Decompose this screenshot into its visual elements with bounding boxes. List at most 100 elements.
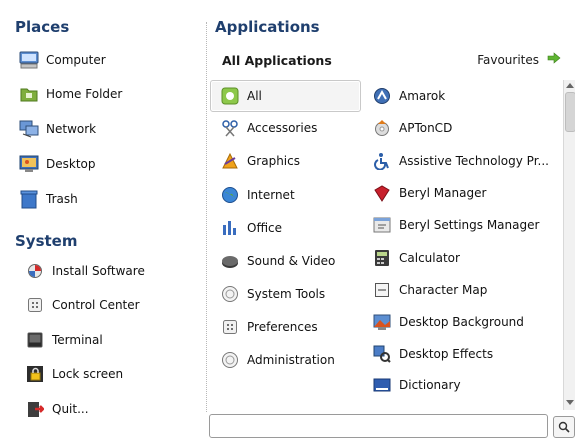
app-item-assistive-technology[interactable]: Assistive Technology Pr... [372, 151, 549, 171]
office-icon [220, 218, 240, 238]
computer-icon [19, 50, 39, 70]
places-item-network[interactable]: Network [19, 119, 96, 139]
places-item-label: Trash [46, 192, 78, 206]
app-label: Assistive Technology Pr... [399, 154, 549, 168]
system-item-lock-screen[interactable]: Lock screen [25, 364, 123, 384]
category-label: Office [247, 221, 283, 235]
category-preferences[interactable]: Preferences [220, 317, 318, 337]
system-tools-icon [220, 284, 240, 304]
applications-title: Applications [215, 18, 320, 36]
home-folder-icon [19, 84, 39, 104]
app-label: Beryl Manager [399, 186, 487, 200]
accessories-icon [220, 118, 240, 138]
app-label: Beryl Settings Manager [399, 218, 540, 232]
category-label: Graphics [247, 154, 300, 168]
install-software-icon [25, 261, 45, 281]
category-label: Preferences [247, 320, 318, 334]
app-label: APTonCD [399, 121, 453, 135]
places-item-label: Computer [46, 53, 106, 67]
category-graphics[interactable]: Graphics [220, 151, 300, 171]
places-item-label: Home Folder [46, 87, 123, 101]
category-label: All [247, 89, 262, 103]
desktop-icon [19, 154, 39, 174]
places-title: Places [15, 18, 70, 36]
category-label: Internet [247, 188, 295, 202]
quit-icon [25, 399, 45, 419]
app-item-desktop-background[interactable]: Desktop Background [372, 312, 524, 332]
system-item-label: Install Software [52, 264, 145, 278]
internet-icon [220, 185, 240, 205]
calculator-icon [372, 248, 392, 268]
system-item-label: Terminal [52, 333, 103, 347]
scroll-thumb[interactable] [565, 92, 575, 132]
system-item-label: Control Center [52, 298, 140, 312]
character-map-icon [372, 280, 392, 300]
administration-icon [220, 350, 240, 370]
app-item-aptoncd[interactable]: APTonCD [372, 118, 452, 138]
places-item-computer[interactable]: Computer [19, 50, 106, 70]
network-icon [19, 119, 39, 139]
search-icon [558, 418, 570, 437]
panel-divider [206, 22, 207, 412]
graphics-icon [220, 151, 240, 171]
arrow-right-icon [547, 52, 561, 67]
category-system-tools[interactable]: System Tools [220, 284, 325, 304]
control-center-icon [25, 295, 45, 315]
places-item-trash[interactable]: Trash [19, 189, 78, 209]
system-item-label: Lock screen [52, 367, 124, 381]
app-item-desktop-effects[interactable]: Desktop Effects [372, 344, 493, 364]
places-item-desktop[interactable]: Desktop [19, 154, 96, 174]
system-item-terminal[interactable]: Terminal [25, 330, 103, 350]
scroll-down-icon[interactable] [566, 400, 574, 405]
system-item-control-center[interactable]: Control Center [25, 295, 140, 315]
accessibility-icon [372, 151, 392, 171]
app-label: Character Map [399, 283, 488, 297]
system-item-install-software[interactable]: Install Software [25, 261, 145, 281]
app-label: Calculator [399, 251, 460, 265]
all-icon [220, 86, 240, 106]
places-item-label: Network [46, 122, 97, 136]
app-item-character-map[interactable]: Character Map [372, 280, 487, 300]
sound-video-icon [220, 251, 240, 271]
desktop-background-icon [372, 312, 392, 332]
apps-scrollbar[interactable] [563, 80, 575, 410]
category-internet[interactable]: Internet [220, 185, 295, 205]
preferences-icon [220, 317, 240, 337]
favourites-button[interactable]: Favourites [477, 52, 561, 67]
places-item-home-folder[interactable]: Home Folder [19, 84, 122, 104]
all-applications-header: All Applications [222, 53, 332, 68]
beryl-icon [372, 183, 392, 203]
desktop-effects-icon [372, 344, 392, 364]
app-item-calculator[interactable]: Calculator [372, 248, 460, 268]
category-administration[interactable]: Administration [220, 350, 335, 370]
amarok-icon [372, 86, 392, 106]
app-item-beryl-manager[interactable]: Beryl Manager [372, 183, 486, 203]
aptoncd-icon [372, 118, 392, 138]
system-title: System [15, 232, 78, 250]
category-label: System Tools [247, 287, 326, 301]
category-all[interactable]: All [220, 86, 262, 106]
category-office[interactable]: Office [220, 218, 282, 238]
category-label: Sound & Video [247, 254, 336, 268]
category-sound-video[interactable]: Sound & Video [220, 251, 335, 271]
system-item-quit[interactable]: Quit... [25, 399, 89, 419]
terminal-icon [25, 330, 45, 350]
app-item-amarok[interactable]: Amarok [372, 86, 445, 106]
app-label: Dictionary [399, 378, 461, 392]
app-label: Amarok [399, 89, 446, 103]
app-item-beryl-settings-manager[interactable]: Beryl Settings Manager [372, 215, 539, 235]
app-label: Desktop Background [399, 315, 524, 329]
search-input[interactable] [209, 414, 548, 438]
beryl-settings-icon [372, 215, 392, 235]
places-item-label: Desktop [46, 157, 96, 171]
dictionary-icon [372, 375, 392, 395]
category-label: Accessories [247, 121, 318, 135]
lock-icon [25, 364, 45, 384]
system-item-label: Quit... [52, 402, 89, 416]
app-label: Desktop Effects [399, 347, 494, 361]
scroll-up-icon[interactable] [566, 83, 574, 88]
category-accessories[interactable]: Accessories [220, 118, 317, 138]
search-button[interactable] [553, 416, 575, 438]
app-item-dictionary[interactable]: Dictionary [372, 375, 461, 395]
favourites-label: Favourites [477, 52, 539, 67]
